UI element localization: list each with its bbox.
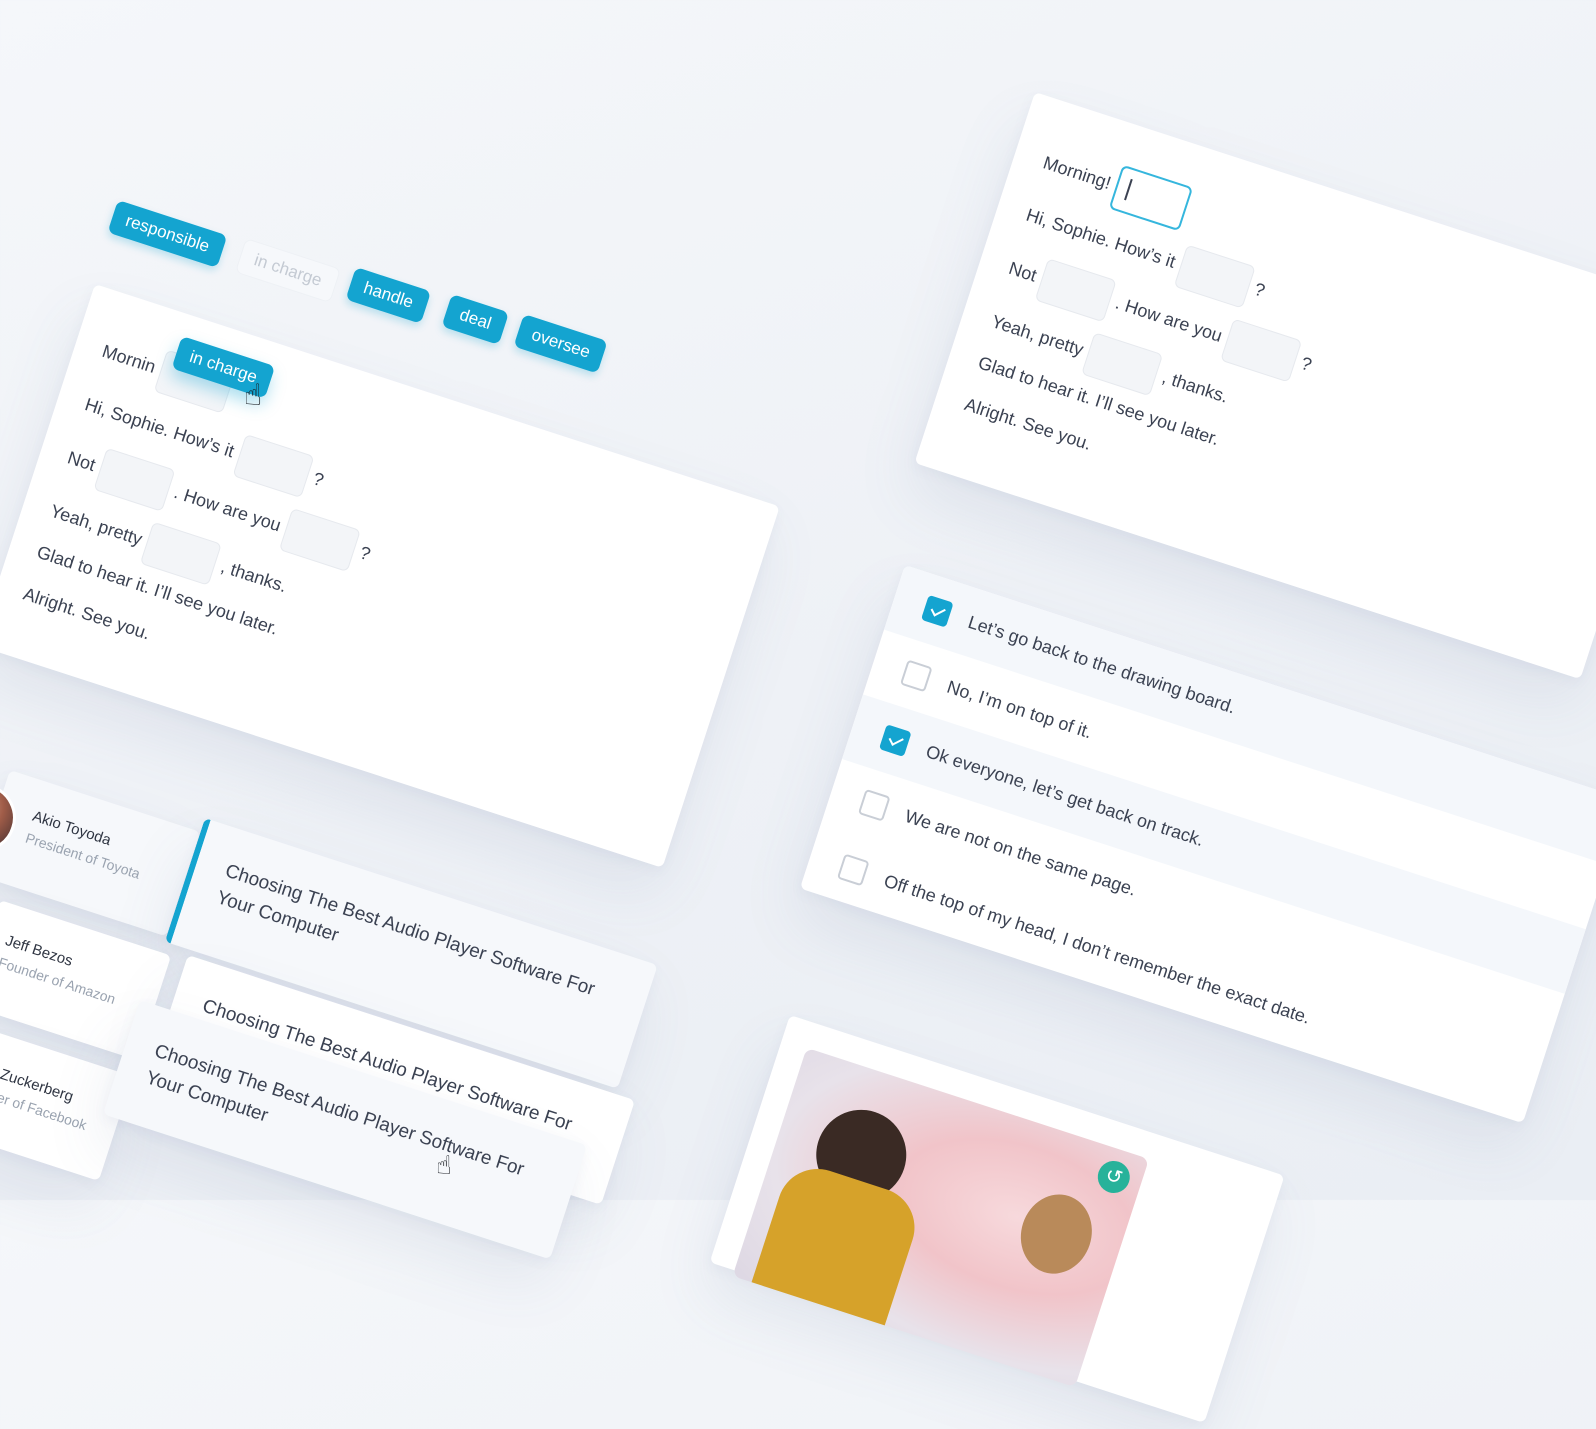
checkbox-unchecked[interactable]: [899, 659, 933, 693]
hand-cursor-icon: ☝: [436, 1150, 452, 1180]
answer-blank-3[interactable]: [93, 447, 176, 512]
word-chip-oversee[interactable]: oversee: [513, 314, 609, 374]
answer-blank-active[interactable]: [1108, 164, 1194, 232]
avatar: [0, 774, 25, 861]
person-left-jacket: [748, 1158, 925, 1335]
word-chip-deal[interactable]: deal: [441, 294, 510, 345]
photo-image: ↺: [732, 1047, 1150, 1388]
answer-blank-2[interactable]: [1173, 244, 1256, 309]
word-chip-in-charge-used: in charge: [234, 238, 342, 304]
check-icon: [930, 603, 946, 617]
answer-blank-5[interactable]: [140, 521, 223, 586]
fill-blank-card-left: Mornin Hi, Sophie. How’s it? Not. How ar…: [0, 284, 780, 868]
fill-blank-card-right: Morning! Hi, Sophie. How’s it? Not. How …: [914, 92, 1596, 680]
word-chip-handle[interactable]: handle: [345, 267, 432, 324]
answer-blank-3[interactable]: [1034, 258, 1117, 323]
check-icon: [888, 732, 904, 746]
refresh-icon[interactable]: ↺: [1093, 1156, 1134, 1198]
answer-blank-4[interactable]: [278, 508, 362, 573]
text-caret: [1124, 178, 1133, 201]
checkbox-unchecked[interactable]: [857, 788, 891, 822]
photo-card: ↺: [709, 1015, 1285, 1423]
hand-cursor-icon: ☝: [244, 379, 263, 412]
answer-blank-4[interactable]: [1220, 318, 1303, 383]
answer-blank-2[interactable]: [232, 433, 315, 499]
checkbox-checked[interactable]: [920, 594, 954, 628]
checkbox-unchecked[interactable]: [836, 853, 870, 887]
word-chip-responsible[interactable]: responsible: [107, 200, 228, 268]
checkbox-checked[interactable]: [878, 724, 912, 757]
phrase-checklist-card: Let’s go back to the drawing board. No, …: [799, 565, 1596, 1124]
answer-blank-5[interactable]: [1081, 332, 1164, 397]
